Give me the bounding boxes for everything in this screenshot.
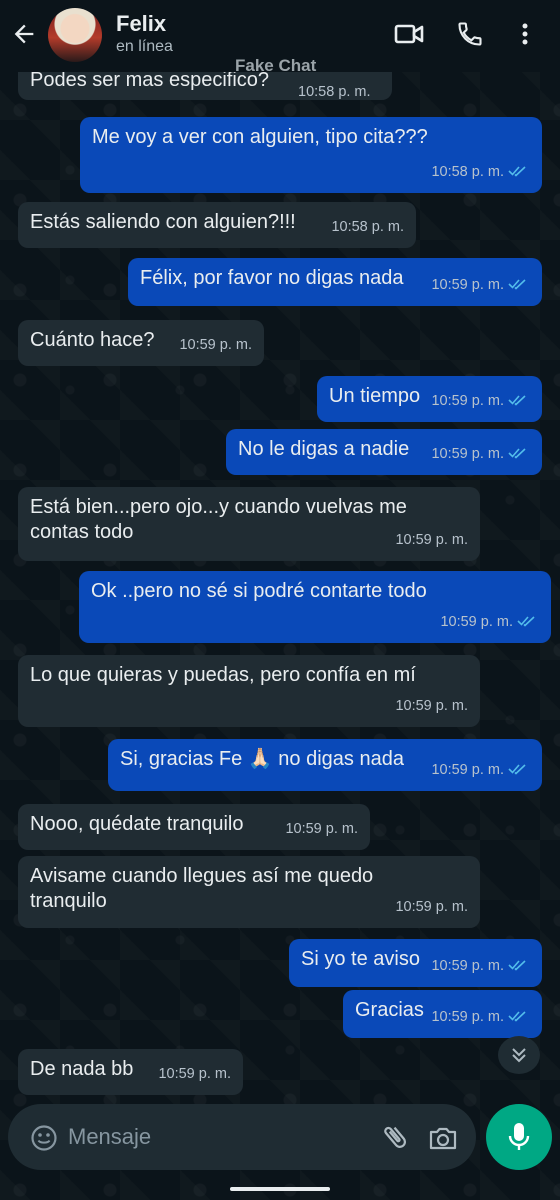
watermark: Fake Chat bbox=[235, 56, 317, 75]
double-check-icon bbox=[508, 395, 526, 406]
video-call-icon[interactable] bbox=[394, 20, 424, 48]
message-incoming[interactable]: Está bien...pero ojo...y cuando vuelvas … bbox=[18, 487, 480, 561]
message-text: Un tiempo bbox=[329, 385, 421, 407]
message-text: Estás saliendo con alguien?!!! bbox=[30, 211, 296, 233]
message-meta: 10:59 p. m. bbox=[431, 1005, 530, 1030]
message-outgoing[interactable]: Félix, por favor no digas nada 10:59 p. … bbox=[128, 258, 542, 306]
message-time: 10:59 p. m. bbox=[431, 393, 504, 409]
message-meta: 10:59 p. m. bbox=[431, 758, 530, 783]
more-vertical-icon[interactable] bbox=[515, 20, 535, 48]
message-meta: 10:59 p. m. bbox=[431, 954, 530, 979]
message-meta: 10:58 p. m. bbox=[431, 160, 530, 185]
scroll-to-bottom-button[interactable] bbox=[498, 1036, 540, 1074]
double-check-icon bbox=[508, 166, 526, 177]
message-incoming[interactable]: Lo que quieras y puedas, pero confía en … bbox=[18, 655, 480, 727]
message-incoming[interactable]: Avisame cuando llegues así me quedo tran… bbox=[18, 856, 480, 928]
message-composer bbox=[8, 1104, 476, 1170]
message-time: 10:59 p. m. bbox=[431, 1009, 504, 1025]
double-check-icon bbox=[508, 960, 526, 971]
message-incoming[interactable]: Nooo, quédate tranquilo 10:59 p. m. bbox=[18, 804, 370, 850]
message-meta: 10:59 p. m. bbox=[431, 442, 530, 467]
message-outgoing[interactable]: Gracias 10:59 p. m. bbox=[343, 990, 542, 1038]
message-outgoing[interactable]: Si yo te aviso 10:59 p. m. bbox=[289, 939, 542, 987]
microphone-icon bbox=[508, 1123, 530, 1150]
message-meta: 10:59 p. m. bbox=[440, 610, 539, 635]
double-check-icon bbox=[508, 764, 526, 775]
message-incoming[interactable]: De nada bb 10:59 p. m. bbox=[18, 1049, 243, 1095]
message-time: 10:59 p. m. bbox=[395, 899, 468, 915]
message-text: Podes ser mas especifico? bbox=[30, 69, 270, 91]
message-time: 10:58 p. m. bbox=[298, 84, 371, 100]
message-time: 10:59 p. m. bbox=[158, 1066, 231, 1082]
message-outgoing[interactable]: Si, gracias Fe 🙏🏻 no digas nada 10:59 p.… bbox=[108, 739, 542, 791]
message-text: Cuánto hace? bbox=[30, 329, 155, 351]
double-check-icon bbox=[508, 279, 526, 290]
message-text: Lo que quieras y puedas, pero confía en … bbox=[30, 664, 416, 686]
message-meta: 10:59 p. m. bbox=[431, 389, 530, 414]
contact-status: en línea bbox=[116, 38, 173, 55]
message-text: Félix, por favor no digas nada bbox=[140, 267, 404, 289]
message-time: 10:59 p. m. bbox=[395, 698, 468, 714]
message-text: Nooo, quédate tranquilo bbox=[30, 813, 244, 835]
message-incoming[interactable]: Cuánto hace? 10:59 p. m. bbox=[18, 320, 264, 366]
microphone-button[interactable] bbox=[486, 1104, 552, 1170]
system-home-indicator bbox=[230, 1187, 330, 1191]
message-time: 10:59 p. m. bbox=[431, 277, 504, 293]
double-check-icon bbox=[508, 448, 526, 459]
message-outgoing[interactable]: Me voy a ver con alguien, tipo cita??? 1… bbox=[80, 117, 542, 193]
message-time: 10:58 p. m. bbox=[331, 219, 404, 235]
camera-icon[interactable] bbox=[428, 1124, 458, 1152]
message-time: 10:59 p. m. bbox=[431, 762, 504, 778]
message-incoming[interactable]: Estás saliendo con alguien?!!! 10:58 p. … bbox=[18, 202, 416, 248]
double-check-icon bbox=[517, 616, 535, 627]
message-outgoing[interactable]: Ok ..pero no sé si podré contarte todo 1… bbox=[79, 571, 551, 643]
paperclip-icon[interactable] bbox=[380, 1122, 410, 1152]
message-input[interactable] bbox=[68, 1122, 368, 1152]
message-time: 10:59 p. m. bbox=[395, 532, 468, 548]
message-outgoing[interactable]: No le digas a nadie 10:59 p. m. bbox=[226, 429, 542, 475]
message-text: Si, gracias Fe 🙏🏻 no digas nada bbox=[120, 748, 404, 770]
message-time: 10:59 p. m. bbox=[179, 337, 252, 353]
contact-name[interactable]: Felix bbox=[116, 11, 166, 37]
emoji-icon[interactable] bbox=[30, 1124, 58, 1152]
phone-icon[interactable] bbox=[455, 20, 485, 48]
message-text: No le digas a nadie bbox=[238, 438, 410, 460]
arrow-left-icon[interactable] bbox=[10, 20, 38, 48]
message-text: Está bien...pero ojo...y cuando vuelvas … bbox=[30, 496, 407, 543]
avatar[interactable] bbox=[48, 8, 102, 62]
message-outgoing[interactable]: Un tiempo 10:59 p. m. bbox=[317, 376, 542, 422]
double-check-icon bbox=[508, 1011, 526, 1022]
message-text: Gracias bbox=[355, 999, 424, 1021]
message-text: De nada bb bbox=[30, 1058, 134, 1080]
message-text: Avisame cuando llegues así me quedo tran… bbox=[30, 865, 374, 912]
double-chevron-down-icon bbox=[512, 1048, 526, 1063]
message-time: 10:59 p. m. bbox=[431, 446, 504, 462]
message-text: Si yo te aviso bbox=[301, 948, 420, 970]
message-time: 10:59 p. m. bbox=[285, 821, 358, 837]
message-time: 10:59 p. m. bbox=[440, 614, 513, 630]
message-text: Me voy a ver con alguien, tipo cita??? bbox=[92, 126, 428, 148]
message-time: 10:59 p. m. bbox=[431, 958, 504, 974]
message-text: Ok ..pero no sé si podré contarte todo bbox=[91, 580, 427, 602]
message-meta: 10:59 p. m. bbox=[431, 273, 530, 298]
message-time: 10:58 p. m. bbox=[431, 164, 504, 180]
